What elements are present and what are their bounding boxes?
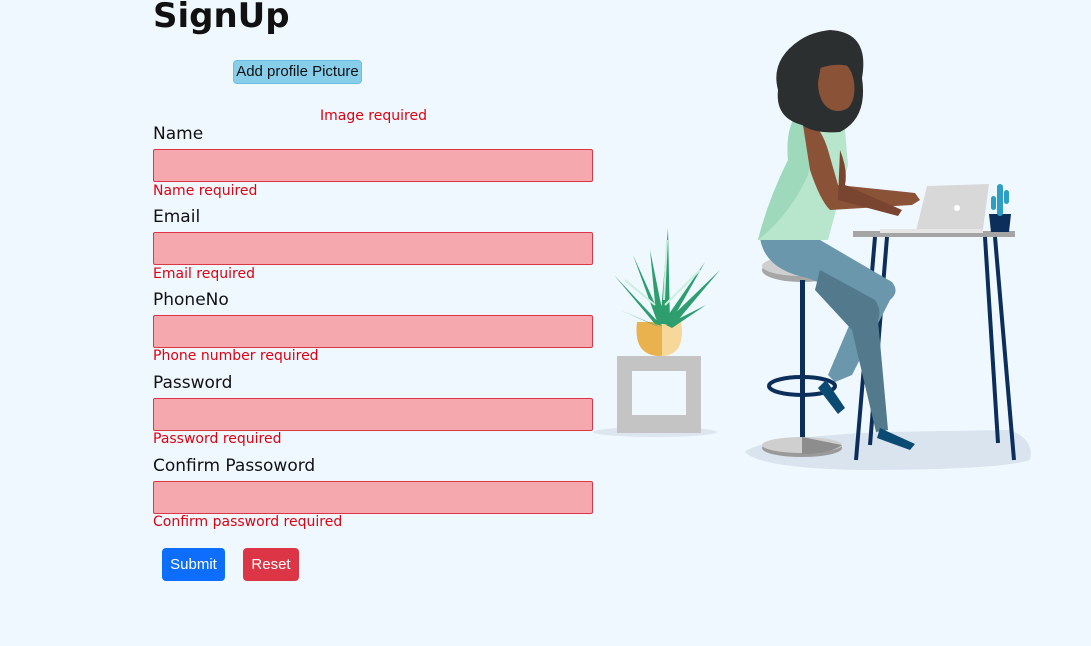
email-input[interactable] <box>153 232 593 265</box>
phone-label: PhoneNo <box>153 290 229 310</box>
password-input[interactable] <box>153 398 593 431</box>
password-label: Password <box>153 373 233 393</box>
woman-laptop-illustration <box>593 30 1031 470</box>
reset-button[interactable]: Reset <box>243 548 299 581</box>
name-label: Name <box>153 124 204 144</box>
add-profile-picture-button[interactable]: Add profile Picture <box>233 60 362 84</box>
phone-error-message: Phone number required <box>153 348 319 364</box>
phone-input[interactable] <box>153 315 593 348</box>
page-title: SignUp <box>153 0 290 36</box>
confirm-password-label: Confirm Passoword <box>153 456 316 476</box>
email-error-message: Email required <box>153 266 255 282</box>
confirm-password-error-message: Confirm password required <box>153 514 343 530</box>
name-error-message: Name required <box>153 183 258 199</box>
name-input[interactable] <box>153 149 593 182</box>
password-error-message: Password required <box>153 431 282 447</box>
image-error-message: Image required <box>320 108 427 124</box>
confirm-password-input[interactable] <box>153 481 593 514</box>
email-label: Email <box>153 207 201 227</box>
submit-button[interactable]: Submit <box>162 548 225 581</box>
